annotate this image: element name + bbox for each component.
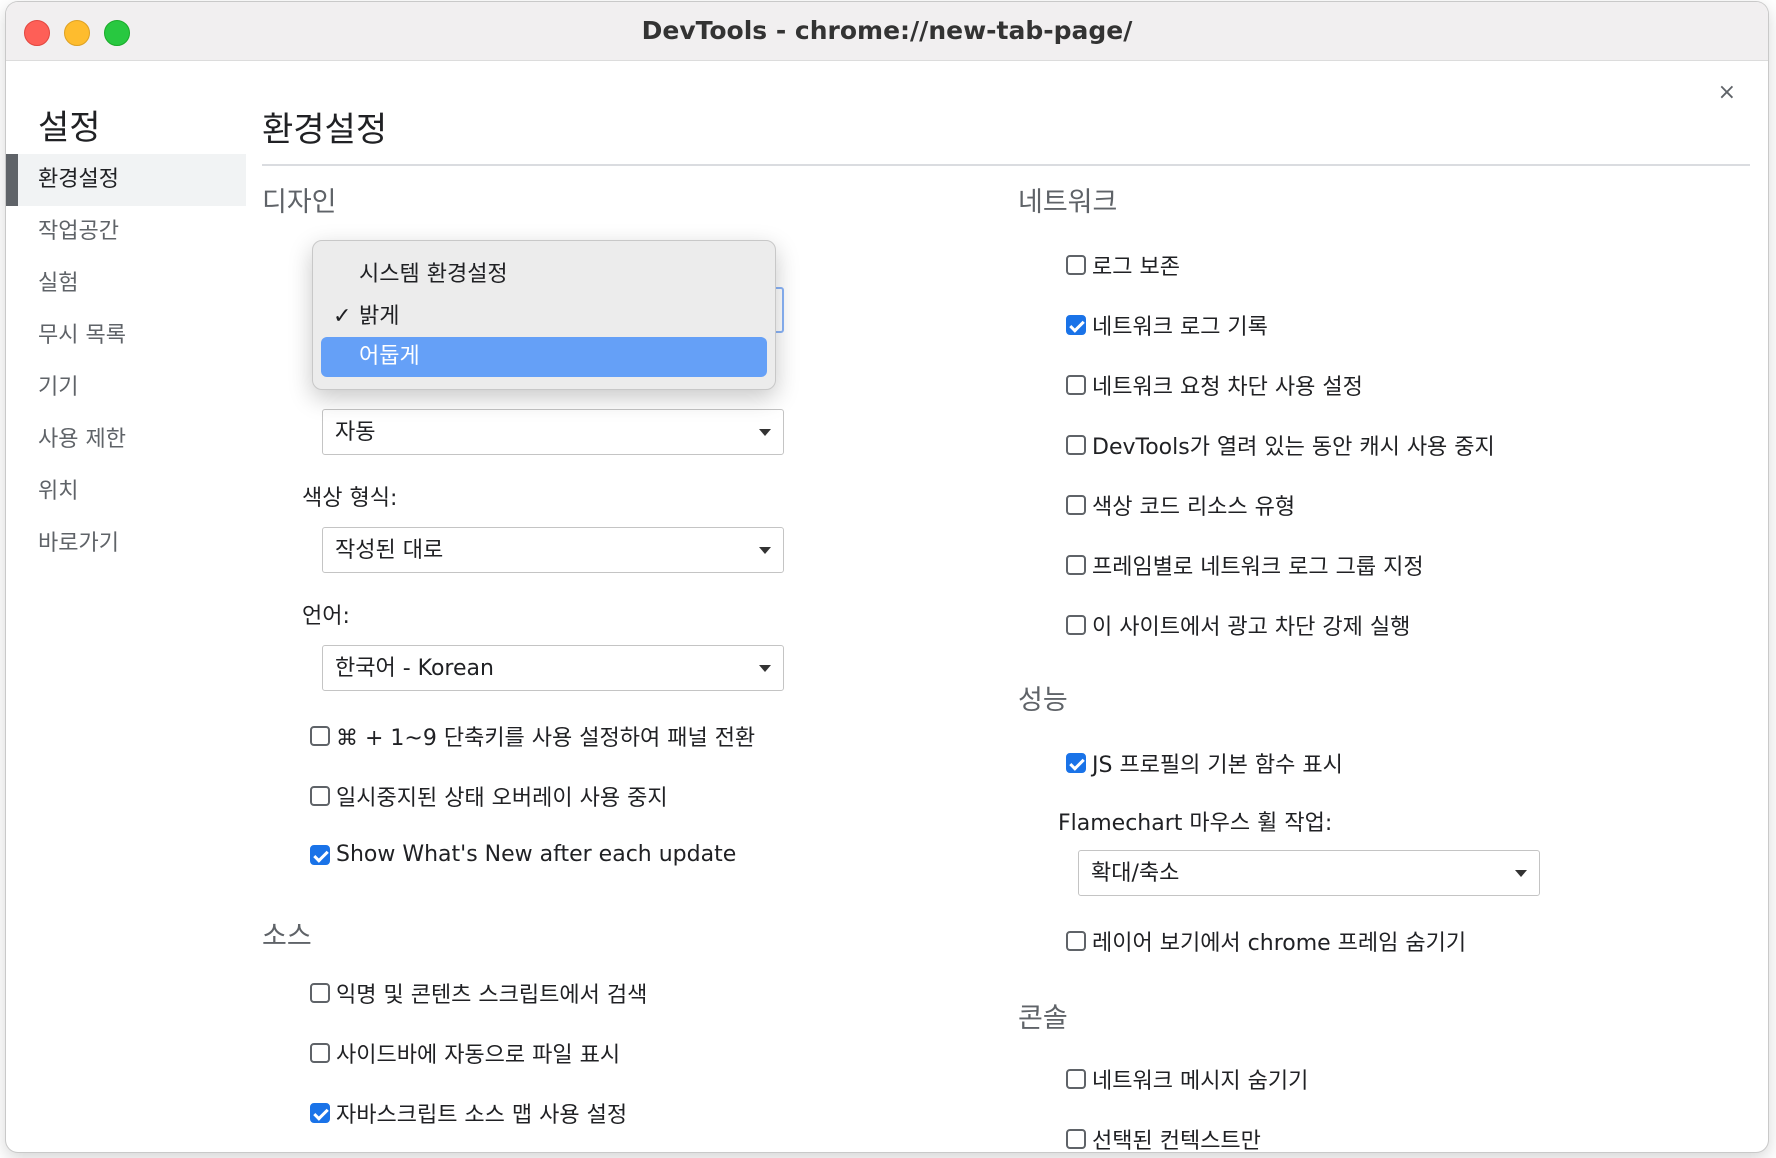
sidebar-item-experiments[interactable]: 실험 (6, 258, 246, 310)
theme-dropdown-menu: 시스템 환경설정 ✓ 밝게 어둡게 (312, 240, 776, 390)
checkbox-row-disable-paused-overlay[interactable]: 일시중지된 상태 오버레이 사용 중지 (310, 780, 668, 812)
flamechart-value: 확대/축소 (1091, 861, 1180, 886)
checkbox-checked[interactable] (310, 1103, 330, 1123)
checkbox-label: 자바스크립트 소스 맵 사용 설정 (336, 1103, 628, 1128)
window-title: DevTools - chrome://new-tab-page/ (641, 16, 1133, 45)
chevron-down-icon (759, 429, 771, 436)
checkbox-row-selected-context-only[interactable]: 선택된 컨텍스트만 (1066, 1123, 1261, 1152)
sidebar-title: 설정 (38, 108, 101, 148)
language-label: 언어: (302, 604, 350, 629)
sidebar-item-ignore-list[interactable]: 무시 목록 (6, 310, 246, 362)
checkbox-label: 로그 보존 (1092, 255, 1180, 280)
flamechart-label: Flamechart 마우스 휠 작업: (1058, 811, 1333, 836)
sidebar-item-preferences[interactable]: 환경설정 (6, 154, 246, 206)
checkbox[interactable] (1066, 255, 1086, 275)
checkbox-checked[interactable] (310, 844, 330, 865)
checkbox[interactable] (1066, 931, 1086, 951)
chevron-down-icon (759, 547, 771, 554)
section-heading-design: 디자인 (262, 187, 337, 218)
checkbox-row-auto-reveal-files[interactable]: 사이드바에 자동으로 파일 표시 (310, 1037, 620, 1069)
sidebar-item-shortcuts[interactable]: 바로가기 (6, 518, 246, 570)
checkbox-checked[interactable] (1066, 753, 1086, 773)
checkbox[interactable] (310, 983, 330, 1003)
checkbox-row-color-code-resources[interactable]: 색상 코드 리소스 유형 (1066, 489, 1295, 521)
checkbox[interactable] (1066, 435, 1086, 455)
checkbox-label: JS 프로필의 기본 함수 표시 (1092, 753, 1343, 778)
checkbox[interactable] (310, 726, 330, 746)
sidebar-item-workspace[interactable]: 작업공간 (6, 206, 246, 258)
checkbox[interactable] (1066, 615, 1086, 635)
language-value: 한국어 - Korean (335, 656, 494, 681)
sidebar-item-devices[interactable]: 기기 (6, 362, 246, 414)
sidebar: 환경설정 작업공간 실험 무시 목록 기기 사용 제한 위치 바로가기 (6, 154, 246, 570)
section-heading-sources: 소스 (262, 921, 312, 952)
menu-item-label: 어둡게 (359, 344, 420, 369)
checkbox-label: 레이어 보기에서 chrome 프레임 숨기기 (1092, 931, 1467, 956)
checkbox-row-record-network-log[interactable]: 네트워크 로그 기록 (1066, 309, 1268, 341)
menu-item-system-preference[interactable]: 시스템 환경설정 (321, 255, 767, 295)
checkbox-label: 선택된 컨텍스트만 (1092, 1129, 1261, 1152)
checkbox-row-show-native-functions[interactable]: JS 프로필의 기본 함수 표시 (1066, 747, 1343, 779)
checkbox-label: 프레임별로 네트워크 로그 그룹 지정 (1092, 555, 1424, 580)
checkbox-label: Show What's New after each update (336, 842, 737, 867)
checkbox-row-force-ad-blocking[interactable]: 이 사이트에서 광고 차단 강제 실행 (1066, 609, 1410, 641)
checkbox-label: 네트워크 로그 기록 (1092, 315, 1268, 340)
checkbox-row-panel-shortcuts[interactable]: ⌘ + 1~9 단축키를 사용 설정하여 패널 전환 (310, 720, 755, 752)
checkbox-row-show-whats-new[interactable]: Show What's New after each update (310, 842, 736, 867)
checkbox-label: 익명 및 콘텐츠 스크립트에서 검색 (336, 983, 648, 1008)
checkbox-label: DevTools가 열려 있는 동안 캐시 사용 중지 (1092, 435, 1495, 460)
checkbox-row-request-blocking[interactable]: 네트워크 요청 차단 사용 설정 (1066, 369, 1363, 401)
menu-item-label: 시스템 환경설정 (359, 262, 508, 287)
devtools-window: DevTools - chrome://new-tab-page/ × 설정 환… (6, 2, 1768, 1152)
checkbox[interactable] (1066, 555, 1086, 575)
title-bar: DevTools - chrome://new-tab-page/ (6, 2, 1768, 61)
menu-item-light[interactable]: ✓ 밝게 (321, 297, 767, 337)
checkbox[interactable] (310, 786, 330, 806)
sidebar-item-throttling[interactable]: 사용 제한 (6, 414, 246, 466)
sidebar-item-locations[interactable]: 위치 (6, 466, 246, 518)
panel-layout-select[interactable]: 자동 (322, 409, 784, 455)
checkbox-label: 이 사이트에서 광고 차단 강제 실행 (1092, 615, 1411, 640)
checkbox-label: 일시중지된 상태 오버레이 사용 중지 (336, 786, 668, 811)
menu-item-dark[interactable]: 어둡게 (321, 337, 767, 377)
checkbox-row-hide-network-messages[interactable]: 네트워크 메시지 숨기기 (1066, 1063, 1308, 1095)
chevron-down-icon (1515, 870, 1527, 877)
checkbox-row-js-source-maps[interactable]: 자바스크립트 소스 맵 사용 설정 (310, 1097, 627, 1129)
section-heading-console: 콘솔 (1018, 1003, 1068, 1034)
checkbox-label: 네트워크 메시지 숨기기 (1092, 1069, 1309, 1094)
checkbox[interactable] (1066, 1129, 1086, 1149)
flamechart-select[interactable]: 확대/축소 (1078, 850, 1540, 896)
menu-item-label: 밝게 (359, 304, 400, 329)
section-heading-performance: 성능 (1018, 685, 1068, 716)
checkbox-row-disable-cache[interactable]: DevTools가 열려 있는 동안 캐시 사용 중지 (1066, 429, 1495, 461)
checkbox[interactable] (1066, 375, 1086, 395)
color-format-value: 작성된 대로 (335, 538, 444, 563)
panel-layout-value: 자동 (335, 420, 376, 445)
checkmark-icon: ✓ (333, 304, 352, 329)
section-heading-network: 네트워크 (1018, 187, 1118, 218)
header-divider (262, 164, 1750, 166)
checkbox[interactable] (1066, 1069, 1086, 1089)
checkbox-label: 네트워크 요청 차단 사용 설정 (1092, 375, 1363, 400)
page-title: 환경설정 (262, 110, 388, 150)
checkbox-label: ⌘ + 1~9 단축키를 사용 설정하여 패널 전환 (336, 726, 756, 751)
checkbox[interactable] (1066, 495, 1086, 515)
checkbox-row-group-by-frame[interactable]: 프레임별로 네트워크 로그 그룹 지정 (1066, 549, 1424, 581)
checkbox[interactable] (310, 1043, 330, 1063)
checkbox-row-search-anonymous[interactable]: 익명 및 콘텐츠 스크립트에서 검색 (310, 977, 647, 1009)
language-select[interactable]: 한국어 - Korean (322, 645, 784, 691)
chevron-down-icon (759, 665, 771, 672)
checkbox-row-preserve-log[interactable]: 로그 보존 (1066, 249, 1180, 281)
checkbox-row-hide-chrome-frame[interactable]: 레이어 보기에서 chrome 프레임 숨기기 (1066, 925, 1466, 957)
checkbox-label: 사이드바에 자동으로 파일 표시 (336, 1043, 621, 1068)
close-icon[interactable]: × (1718, 80, 1736, 105)
color-format-select[interactable]: 작성된 대로 (322, 527, 784, 573)
color-format-label: 색상 형식: (302, 486, 398, 511)
checkbox-checked[interactable] (1066, 315, 1086, 335)
checkbox-label: 색상 코드 리소스 유형 (1092, 495, 1296, 520)
